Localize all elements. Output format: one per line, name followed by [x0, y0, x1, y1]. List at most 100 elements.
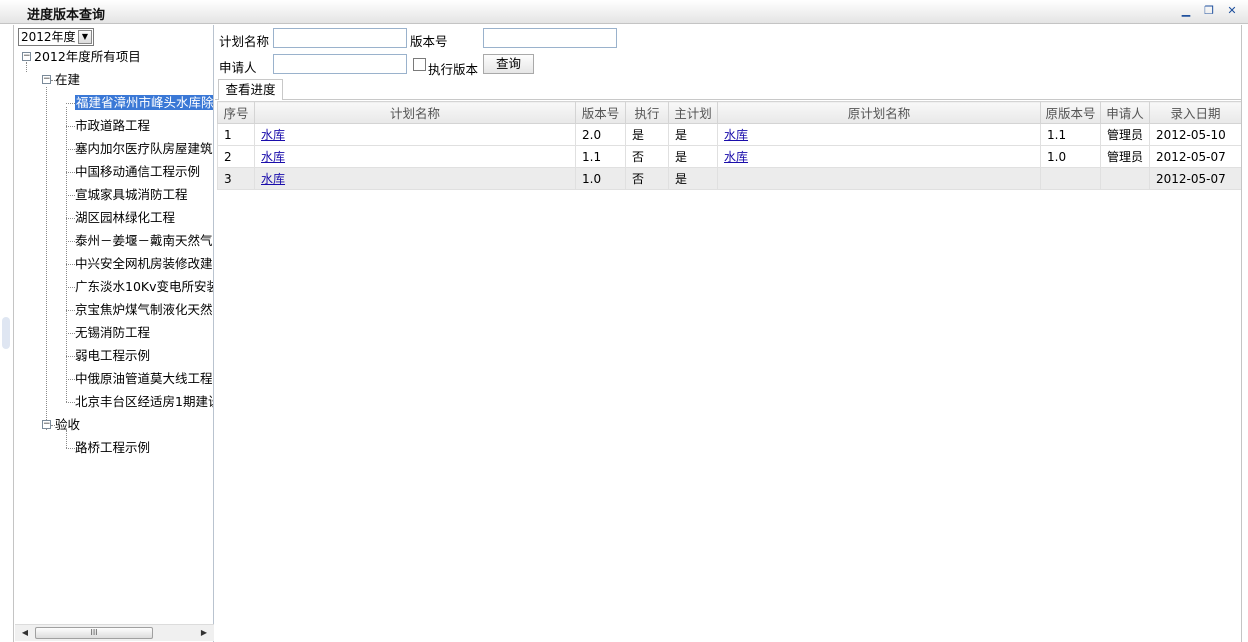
tree-item[interactable]: 广东淡水10Kv变电所安装工程	[75, 278, 213, 296]
tree-item-label: 湖区园林绿化工程	[75, 210, 176, 225]
cell-no: 2	[217, 145, 255, 168]
col-header-plan-name[interactable]: 计划名称	[254, 101, 576, 124]
tree-item[interactable]: 中兴安全网机房装修改建工程	[75, 255, 213, 273]
scroll-left-icon[interactable]: ◀	[18, 627, 32, 639]
cell-plan: 水库	[254, 123, 576, 146]
tree-line	[66, 448, 75, 449]
applicant-input[interactable]	[273, 54, 407, 74]
tree-item[interactable]: 中国移动通信工程示例	[75, 163, 200, 181]
dropdown-arrow-icon[interactable]: ▼	[78, 30, 92, 44]
cell-version: 2.0	[575, 123, 626, 146]
tree-item-label: 路桥工程示例	[75, 440, 151, 455]
exec-version-checkbox[interactable]	[413, 58, 426, 71]
tree-group-label: 在建	[55, 72, 81, 87]
cell-plan: 水库	[254, 145, 576, 168]
tree-item-label: 中俄原油管道莫大线工程	[75, 371, 213, 386]
tab-bar: 查看进度	[215, 77, 1241, 100]
plan-link[interactable]: 水库	[261, 172, 285, 186]
tree-item[interactable]: 弱电工程示例	[75, 347, 150, 365]
tree-item[interactable]: 福建省漳州市峰头水库除险加固工程	[75, 94, 213, 112]
tree-item[interactable]: 市政道路工程	[75, 117, 150, 135]
year-select[interactable]: 2012年度 ▼	[18, 28, 94, 46]
tree-item[interactable]: 塞内加尔医疗队房屋建筑工程	[75, 140, 213, 158]
window-titlebar: 进度版本查询 ▁ ❐ ✕	[0, 0, 1248, 24]
cell-version: 1.0	[575, 167, 626, 190]
tree-line	[66, 103, 75, 104]
cell-main: 是	[668, 145, 718, 168]
tree-item[interactable]: 路桥工程示例	[75, 439, 150, 457]
tree-line	[66, 333, 75, 334]
col-header-applicant[interactable]: 申请人	[1100, 101, 1150, 124]
tree-line	[66, 218, 75, 219]
cell-applicant: 管理员	[1100, 123, 1150, 146]
col-header-main-plan[interactable]: 主计划	[668, 101, 718, 124]
col-header-no[interactable]: 序号	[217, 101, 255, 124]
tree-item[interactable]: 泰州－姜堰－戴南天然气管道工程	[75, 232, 213, 250]
tree-horizontal-scrollbar[interactable]: ◀ III ▶	[15, 624, 214, 641]
tree-item[interactable]: 宣城家具城消防工程	[75, 186, 188, 204]
tree-item-label: 无锡消防工程	[75, 325, 151, 340]
cell-orig-plan	[717, 167, 1041, 190]
col-header-exec[interactable]: 执行	[625, 101, 669, 124]
collapse-icon[interactable]: −	[22, 52, 31, 61]
restore-icon[interactable]: ❐	[1202, 4, 1216, 18]
tree-item-label: 塞内加尔医疗队房屋建筑工程	[75, 141, 213, 156]
col-header-orig-plan[interactable]: 原计划名称	[717, 101, 1041, 124]
tree-item-label-selected: 福建省漳州市峰头水库除险加固工程	[75, 95, 213, 110]
collapse-icon[interactable]: −	[42, 420, 51, 429]
plan-link[interactable]: 水库	[261, 128, 285, 142]
scroll-thumb[interactable]: III	[35, 627, 153, 639]
plan-link[interactable]: 水库	[261, 150, 285, 164]
tree-line	[66, 356, 75, 357]
tree-group-in-progress[interactable]: 在建	[55, 71, 80, 89]
tree-line	[66, 264, 75, 265]
col-header-orig-version[interactable]: 原版本号	[1040, 101, 1101, 124]
cell-orig-version: 1.0	[1040, 145, 1101, 168]
tree-group-label: 验收	[55, 417, 81, 432]
tree-item-label: 宣城家具城消防工程	[75, 187, 188, 202]
right-edge	[1241, 25, 1248, 642]
cell-no: 1	[217, 123, 255, 146]
tree-item[interactable]: 京宝焦炉煤气制液化天然气工程	[75, 301, 213, 319]
year-select-value: 2012年度	[21, 30, 76, 44]
tab-view-progress[interactable]: 查看进度	[218, 79, 283, 100]
tree-root[interactable]: 2012年度所有项目	[34, 48, 141, 66]
tree-item-label: 京宝焦炉煤气制液化天然气工程	[75, 302, 213, 317]
col-header-date[interactable]: 录入日期	[1149, 101, 1242, 124]
cell-date: 2012-05-07	[1149, 145, 1242, 168]
tree-line	[66, 195, 75, 196]
applicant-label: 申请人	[219, 60, 257, 75]
minimize-icon[interactable]: ▁	[1179, 4, 1193, 18]
tree-line	[66, 126, 75, 127]
tree-line	[46, 87, 47, 430]
project-tree: 2012年度 ▼ − 2012年度所有项目 − 在建 福建省漳州市峰头水库除险加…	[15, 25, 214, 642]
tree-item-label: 广东淡水10Kv变电所安装工程	[75, 279, 213, 294]
query-button[interactable]: 查询	[483, 54, 534, 74]
orig-plan-link[interactable]: 水库	[724, 150, 748, 164]
orig-plan-link[interactable]: 水库	[724, 128, 748, 142]
tree-item[interactable]: 无锡消防工程	[75, 324, 150, 342]
plan-name-input[interactable]	[273, 28, 407, 48]
cell-exec: 是	[625, 123, 669, 146]
tree-item[interactable]: 湖区园林绿化工程	[75, 209, 175, 227]
collapse-icon[interactable]: −	[42, 75, 51, 84]
col-header-version[interactable]: 版本号	[575, 101, 626, 124]
tree-item[interactable]: 北京丰台区经适房1期建设工程	[75, 393, 213, 411]
plan-name-label: 计划名称	[219, 34, 270, 49]
tree-line	[66, 310, 75, 311]
tree-item-label: 中兴安全网机房装修改建工程	[75, 256, 213, 271]
close-icon[interactable]: ✕	[1225, 4, 1239, 18]
tree-group-accepted[interactable]: 验收	[55, 416, 80, 434]
scroll-right-icon[interactable]: ▶	[197, 627, 211, 639]
table-row[interactable]: 3 水库 1.0 否 是 2012-05-07	[217, 167, 1242, 190]
tree-item[interactable]: 中俄原油管道莫大线工程	[75, 370, 213, 388]
cell-applicant	[1100, 167, 1150, 190]
collapse-handle[interactable]	[2, 317, 10, 349]
cell-no: 3	[217, 167, 255, 190]
tree-line	[26, 62, 27, 72]
tree-line	[66, 287, 75, 288]
table-row[interactable]: 2 水库 1.1 否 是 水库 1.0 管理员 2012-05-07	[217, 145, 1242, 168]
cell-orig-version	[1040, 167, 1101, 190]
table-row[interactable]: 1 水库 2.0 是 是 水库 1.1 管理员 2012-05-10	[217, 123, 1242, 146]
version-input[interactable]	[483, 28, 617, 48]
